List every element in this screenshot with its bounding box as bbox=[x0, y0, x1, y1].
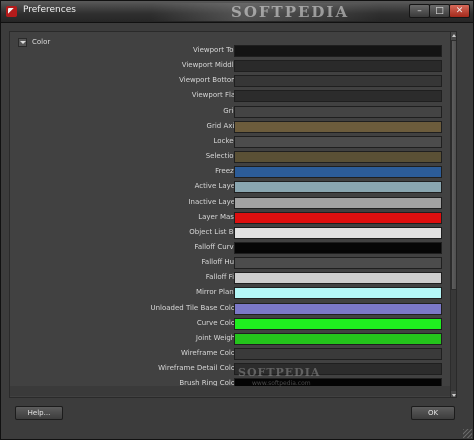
color-label: Mirror Plane bbox=[195, 288, 238, 297]
preferences-panel: Color Viewport Top Viewport Middle Viewpor… bbox=[9, 31, 457, 398]
color-label: Viewport Top bbox=[193, 46, 238, 54]
watermark-text: SOFTPEDIA bbox=[231, 3, 350, 21]
color-label: Inactive Layer bbox=[188, 197, 238, 206]
color-row: Freeze bbox=[10, 165, 445, 179]
watermark-url: www.softpedia.com bbox=[252, 380, 311, 387]
minimize-button[interactable]: – bbox=[409, 4, 430, 18]
color-row: Falloff Hull bbox=[10, 256, 445, 270]
scroll-down-icon[interactable] bbox=[451, 391, 456, 397]
color-swatch[interactable] bbox=[234, 105, 442, 118]
color-swatch[interactable] bbox=[234, 272, 442, 285]
color-row: Falloff Fill bbox=[10, 271, 445, 285]
color-label: Curve Color bbox=[196, 318, 238, 327]
color-row: Viewport Bottom bbox=[10, 74, 445, 88]
color-label: Object List Bg bbox=[189, 227, 238, 236]
color-row: Unloaded Tile Base Color bbox=[10, 302, 445, 316]
close-icon: ✕ bbox=[455, 6, 464, 16]
color-row: Grid Axis bbox=[10, 120, 445, 134]
scroll-thumb[interactable] bbox=[451, 40, 456, 290]
title-bar[interactable]: Preferences SOFTPEDIA – □ ✕ bbox=[1, 1, 473, 23]
vertical-scrollbar[interactable] bbox=[450, 32, 456, 397]
color-row: Curve Color bbox=[10, 317, 445, 331]
maximize-icon: □ bbox=[435, 6, 444, 16]
color-swatch[interactable] bbox=[234, 75, 442, 88]
ok-button[interactable]: OK bbox=[411, 406, 455, 420]
color-swatch[interactable] bbox=[234, 348, 442, 360]
color-swatch[interactable] bbox=[234, 257, 442, 270]
scroll-up-icon[interactable] bbox=[451, 32, 456, 40]
color-row: Viewport Top bbox=[10, 44, 445, 58]
maximize-button[interactable]: □ bbox=[429, 4, 450, 18]
close-button[interactable]: ✕ bbox=[449, 4, 470, 18]
color-label: Wireframe Color bbox=[180, 349, 238, 357]
color-swatch[interactable] bbox=[234, 196, 442, 209]
color-label: Viewport Middle bbox=[181, 61, 238, 70]
preferences-window: Preferences SOFTPEDIA – □ ✕ Color Viewpo… bbox=[0, 0, 474, 440]
color-row: Viewport Flat bbox=[10, 89, 445, 103]
color-swatch[interactable] bbox=[234, 45, 442, 57]
color-row: Inactive Layer bbox=[10, 196, 445, 210]
color-label: Wireframe Detail Color bbox=[158, 364, 238, 373]
color-label: Viewport Flat bbox=[191, 91, 238, 100]
color-label: Active Layer bbox=[194, 182, 238, 191]
color-swatch[interactable] bbox=[234, 241, 442, 254]
color-label: Layer Mask bbox=[198, 212, 238, 221]
color-swatch[interactable] bbox=[234, 60, 442, 73]
window-title: Preferences bbox=[23, 5, 76, 15]
color-label: Joint Weight bbox=[195, 333, 238, 342]
watermark-banner: SOFTPEDIA bbox=[151, 3, 381, 21]
color-row: Wireframe Color bbox=[10, 347, 445, 361]
color-row: Object List Bg bbox=[10, 226, 445, 240]
color-swatch[interactable] bbox=[234, 151, 442, 164]
color-row: Selection bbox=[10, 150, 445, 164]
minimize-icon: – bbox=[417, 6, 422, 16]
color-swatch[interactable] bbox=[234, 90, 442, 103]
color-swatch[interactable] bbox=[234, 135, 442, 148]
color-label: Falloff Hull bbox=[201, 258, 238, 267]
color-row: Wireframe Detail Color bbox=[10, 362, 445, 376]
color-swatch[interactable] bbox=[234, 166, 442, 179]
color-label: Unloaded Tile Base Color bbox=[150, 303, 238, 312]
color-swatch[interactable] bbox=[234, 211, 442, 224]
horizontal-scrollbar[interactable] bbox=[10, 386, 450, 396]
color-row: Viewport Middle bbox=[10, 59, 445, 73]
color-swatch[interactable] bbox=[234, 317, 442, 330]
color-swatch[interactable] bbox=[234, 332, 442, 345]
watermark-overlay: SOFTPEDIA bbox=[238, 366, 321, 379]
color-row: Locked bbox=[10, 135, 445, 149]
color-swatch[interactable] bbox=[234, 287, 442, 300]
color-row: Active Layer bbox=[10, 180, 445, 194]
app-icon bbox=[6, 6, 17, 17]
color-label: Falloff Curve bbox=[194, 242, 238, 251]
color-row: Joint Weight bbox=[10, 332, 445, 346]
color-label: Viewport Bottom bbox=[179, 76, 238, 85]
color-row: Layer Mask bbox=[10, 211, 445, 225]
color-row: Mirror Plane bbox=[10, 286, 445, 300]
color-swatch[interactable] bbox=[234, 181, 442, 194]
color-row: Falloff Curve bbox=[10, 241, 445, 255]
color-swatch[interactable] bbox=[234, 302, 442, 315]
color-row: Grid bbox=[10, 105, 445, 119]
help-button[interactable]: Help... bbox=[15, 406, 63, 420]
resize-grip-icon[interactable] bbox=[463, 429, 472, 438]
color-swatch[interactable] bbox=[234, 226, 442, 239]
color-swatch[interactable] bbox=[234, 120, 442, 133]
